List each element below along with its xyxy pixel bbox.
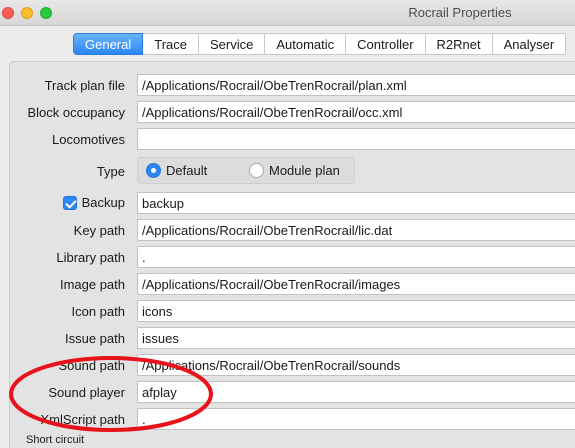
backup-label: Backup: [81, 195, 125, 210]
issue-path-label: Issue path: [65, 331, 125, 346]
block-occupancy-input[interactable]: /Applications/Rocrail/ObeTrenRocrail/occ…: [137, 101, 575, 123]
radio-selected-icon: [146, 163, 161, 178]
window-title: Rocrail Properties: [408, 5, 512, 20]
title-bar: Rocrail Properties: [0, 0, 575, 26]
sound-player-label: Sound player: [48, 385, 125, 400]
xmlscript-path-input[interactable]: .: [137, 408, 575, 430]
image-path-label: Image path: [59, 277, 125, 292]
issue-path-input[interactable]: issues: [137, 327, 575, 349]
icon-path-input[interactable]: icons: [137, 300, 575, 322]
tab-trace[interactable]: Trace: [143, 33, 199, 55]
tab-automatic[interactable]: Automatic: [265, 33, 347, 55]
locomotives-label: Locomotives: [52, 132, 125, 147]
type-module-plan-label: Module plan: [269, 163, 340, 178]
tab-r2rnet[interactable]: R2Rnet: [425, 33, 493, 55]
short-circuit-section-label: Short circuit: [26, 434, 85, 446]
type-module-plan-radio[interactable]: Module plan: [249, 163, 340, 178]
key-path-input[interactable]: /Applications/Rocrail/ObeTrenRocrail/lic…: [137, 219, 575, 241]
sound-path-label: Sound path: [58, 358, 125, 373]
close-window-button[interactable]: [2, 7, 14, 19]
library-path-label: Library path: [56, 250, 125, 265]
type-default-radio[interactable]: Default: [146, 163, 207, 178]
track-plan-file-input[interactable]: /Applications/Rocrail/ObeTrenRocrail/pla…: [137, 74, 575, 96]
type-radio-group: Default Module plan: [137, 157, 355, 184]
checkmark-icon: [62, 195, 77, 210]
type-label: Type: [96, 164, 125, 179]
type-default-label: Default: [166, 163, 208, 178]
library-path-input[interactable]: .: [137, 246, 575, 268]
icon-path-label: Icon path: [71, 304, 126, 319]
tab-service[interactable]: Service: [199, 33, 266, 55]
block-occupancy-label: Block occupancy: [27, 105, 125, 120]
image-path-input[interactable]: /Applications/Rocrail/ObeTrenRocrail/ima…: [137, 273, 575, 295]
tab-controller[interactable]: Controller: [346, 33, 426, 55]
radio-unselected-icon: [249, 163, 264, 178]
sound-path-input[interactable]: /Applications/Rocrail/ObeTrenRocrail/sou…: [137, 354, 575, 376]
locomotives-input[interactable]: [137, 128, 575, 150]
backup-input[interactable]: backup: [137, 192, 575, 214]
backup-checkbox[interactable]: Backup: [62, 195, 125, 210]
sound-player-input[interactable]: afplay: [137, 381, 575, 403]
track-plan-file-label: Track plan file: [44, 78, 125, 93]
tab-bar: General Trace Service Automatic Controll…: [73, 33, 567, 55]
tab-general[interactable]: General: [73, 33, 144, 55]
key-path-label: Key path: [73, 223, 125, 238]
maximize-window-button[interactable]: [40, 7, 52, 19]
tab-analyser[interactable]: Analyser: [492, 33, 567, 55]
xmlscript-path-label: XmlScript path: [40, 412, 125, 427]
minimize-window-button[interactable]: [21, 7, 33, 19]
